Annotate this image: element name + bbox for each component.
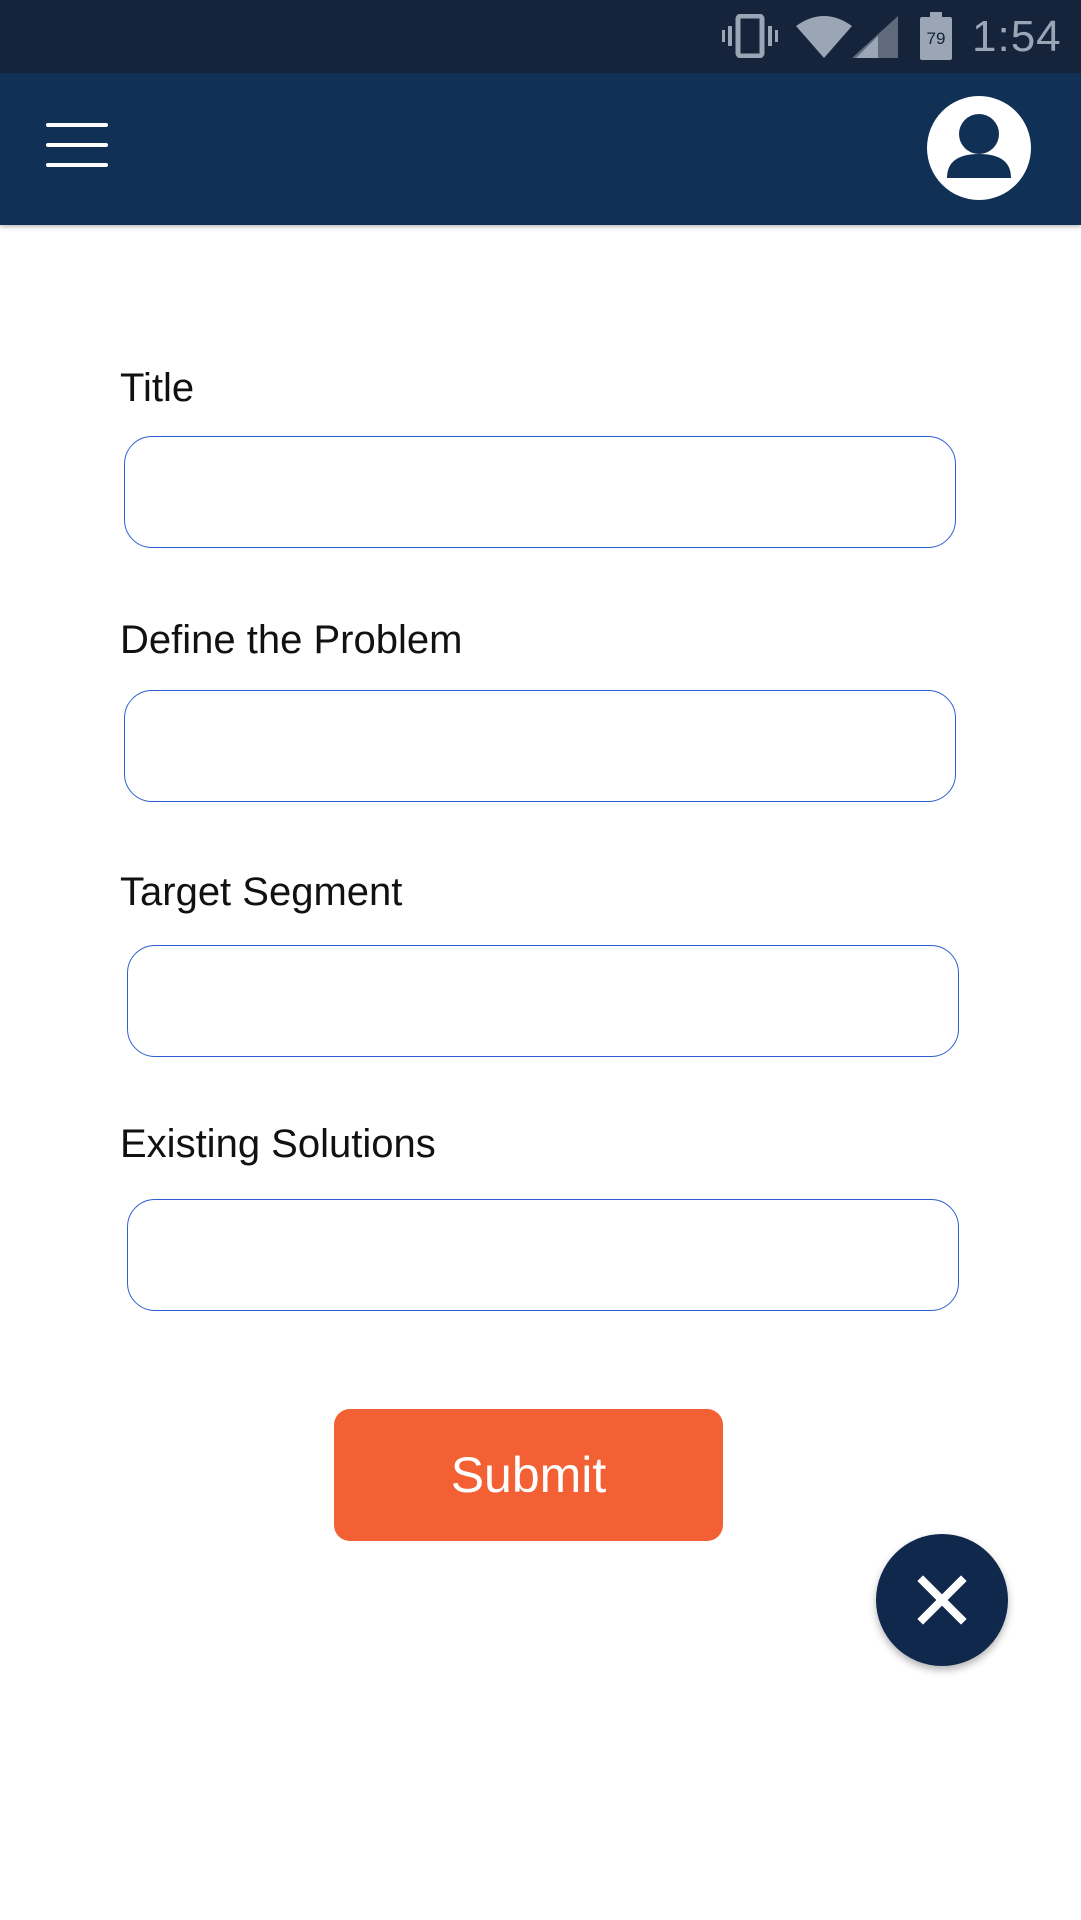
title-input[interactable] <box>124 436 956 548</box>
close-icon <box>917 1575 967 1625</box>
wifi-icon <box>796 16 852 63</box>
close-fab-button[interactable] <box>876 1534 1008 1666</box>
define-problem-label: Define the Problem <box>120 618 463 662</box>
title-label: Title <box>120 366 195 410</box>
cell-signal-icon <box>852 16 898 63</box>
target-segment-label: Target Segment <box>120 870 403 914</box>
user-avatar-icon[interactable] <box>927 96 1031 200</box>
hamburger-menu-icon[interactable] <box>38 113 114 177</box>
target-segment-input[interactable] <box>127 945 959 1057</box>
vibrate-icon <box>722 13 778 63</box>
app-bar <box>0 73 1081 225</box>
status-time: 1:54 <box>972 12 1062 61</box>
submit-button[interactable]: Submit <box>334 1409 723 1541</box>
existing-solutions-input[interactable] <box>127 1199 959 1311</box>
existing-solutions-label: Existing Solutions <box>120 1122 436 1166</box>
status-bar: 79 1:54 <box>0 0 1081 73</box>
battery-icon: 79 <box>920 12 952 65</box>
svg-text:79: 79 <box>927 29 946 48</box>
define-problem-input[interactable] <box>124 690 956 802</box>
